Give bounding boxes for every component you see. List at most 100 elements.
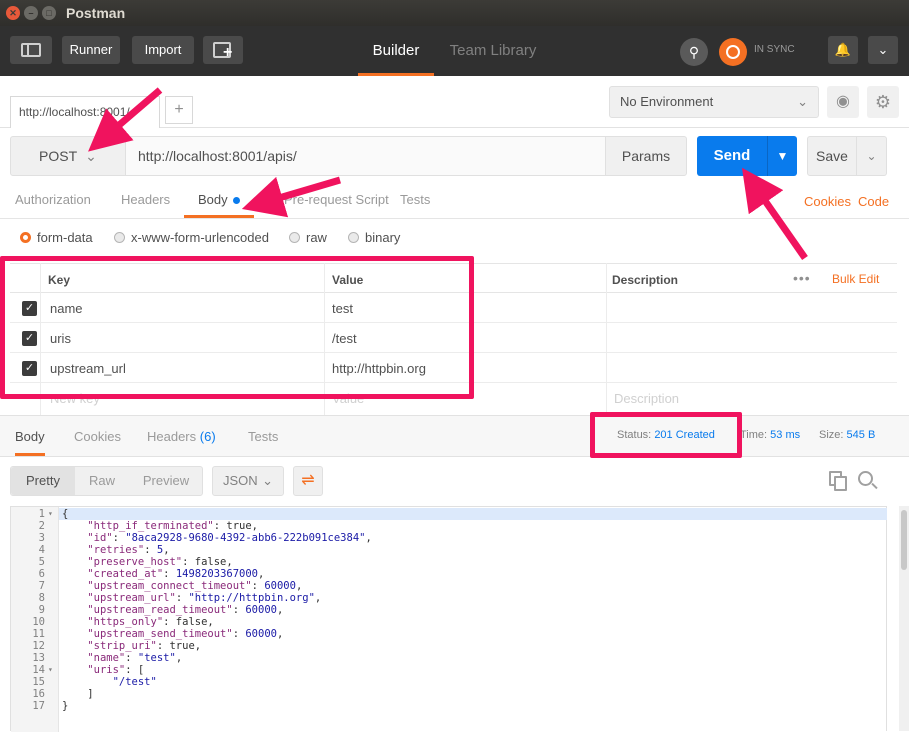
code-line: "uris": [ xyxy=(87,664,145,676)
response-tab-cookies[interactable]: Cookies xyxy=(74,429,121,444)
code-line: "created_at": 1498203367000, xyxy=(87,568,265,580)
line-number: 14 xyxy=(32,664,45,676)
import-button[interactable]: Import xyxy=(132,36,194,64)
chevron-down-icon: ⌄ xyxy=(262,473,273,488)
annotation-highlight-box xyxy=(0,256,474,399)
new-description-input[interactable]: Description xyxy=(614,391,679,406)
body-indicator-dot-icon xyxy=(232,197,240,204)
fold-arrow-icon[interactable]: ▾ xyxy=(48,664,53,676)
code-line: "id": "8aca2928-9680-4392-abb6-222b091ce… xyxy=(87,532,372,544)
fold-arrow-icon[interactable]: ▾ xyxy=(48,508,53,520)
annotation-highlight-box xyxy=(590,412,742,458)
bulk-edit-link[interactable]: Bulk Edit xyxy=(832,272,879,286)
tab-team-library[interactable]: Team Library xyxy=(446,26,540,76)
send-dropdown-chevron-icon[interactable]: ▼ xyxy=(767,136,797,176)
notifications-bell-icon[interactable]: 🔔 xyxy=(828,36,858,64)
radio-binary[interactable]: binary xyxy=(348,230,400,245)
request-tab-label: http://localhost:8001/ xyxy=(19,105,130,119)
radio-label: raw xyxy=(306,230,327,245)
code-line: "name": "test", xyxy=(87,652,183,664)
radio-urlencoded[interactable]: x-www-form-urlencoded xyxy=(114,230,269,245)
radio-raw[interactable]: raw xyxy=(289,230,327,245)
line-number-gutter: 1 ▾ 2 3 4 5 6 7 8 9 10 11 12 13 14 ▾ 15 16 17 xyxy=(11,507,59,732)
code-line: { xyxy=(62,508,69,520)
line-number: 8 xyxy=(38,592,45,604)
new-window-button[interactable]: + xyxy=(203,36,243,64)
params-button[interactable]: Params xyxy=(605,136,687,176)
wrap-lines-icon[interactable]: ⇌ xyxy=(293,466,323,496)
code-line: "upstream_send_timeout": 60000, xyxy=(87,628,284,640)
cookies-link[interactable]: Cookies xyxy=(804,194,851,209)
column-divider xyxy=(606,263,607,415)
time-value: 53 ms xyxy=(770,429,801,441)
tab-builder[interactable]: Builder xyxy=(358,26,434,76)
line-number: 17 xyxy=(32,700,45,712)
tab-authorization[interactable]: Authorization xyxy=(15,192,91,207)
code-line: "retries": 5, xyxy=(87,544,170,556)
format-preview-button[interactable]: Preview xyxy=(129,467,203,495)
format-raw-button[interactable]: Raw xyxy=(75,467,129,495)
sync-icon[interactable] xyxy=(719,38,747,66)
code-line: "/test" xyxy=(112,676,157,688)
eye-icon[interactable]: ◉ xyxy=(827,86,859,118)
radio-unselected-icon xyxy=(348,232,359,243)
line-number: 3 xyxy=(38,532,45,544)
save-button[interactable]: Save xyxy=(807,136,857,176)
request-tab-bar: http://localhost:8001/ + No Environment ⌄… xyxy=(0,76,909,128)
line-number: 4 xyxy=(38,544,45,556)
chevron-down-icon[interactable]: ⌄ xyxy=(868,36,898,64)
response-tab-tests[interactable]: Tests xyxy=(248,429,278,444)
code-link[interactable]: Code xyxy=(858,194,889,209)
more-options-icon[interactable]: ••• xyxy=(793,270,811,286)
window-title: Postman xyxy=(66,5,126,21)
code-line: ] xyxy=(62,688,94,700)
radio-unselected-icon xyxy=(289,232,300,243)
line-number: 2 xyxy=(38,520,45,532)
interceptor-satellite-icon[interactable]: ⚲ xyxy=(680,38,708,66)
gear-icon[interactable]: ⚙ xyxy=(867,86,899,118)
line-number: 1 xyxy=(38,508,45,520)
format-pretty-button[interactable]: Pretty xyxy=(11,467,75,495)
window-close-button[interactable]: ✕ xyxy=(6,6,20,20)
url-input[interactable]: http://localhost:8001/apis/ xyxy=(126,136,606,176)
response-tab-headers[interactable]: Headers (6) xyxy=(147,429,216,444)
environment-select[interactable]: No Environment ⌄ xyxy=(609,86,819,118)
save-dropdown-chevron-icon[interactable]: ⌄ xyxy=(857,136,887,176)
tab-headers[interactable]: Headers xyxy=(121,192,170,207)
scrollbar-thumb[interactable] xyxy=(901,510,907,570)
radio-unselected-icon xyxy=(114,232,125,243)
code-line: "upstream_read_timeout": 60000, xyxy=(87,604,284,616)
time-label: Time: xyxy=(740,429,768,441)
request-tab[interactable]: http://localhost:8001/ xyxy=(10,96,160,128)
response-body-editor[interactable]: 1 ▾ 2 3 4 5 6 7 8 9 10 11 12 13 14 ▾ 15 16 17 { "http_if_t… xyxy=(10,506,887,732)
code-line: } xyxy=(62,700,69,712)
send-button[interactable]: Send xyxy=(697,136,767,176)
response-size: Size: 545 B xyxy=(819,429,875,441)
sidebar-toggle-button[interactable] xyxy=(10,36,52,64)
method-select[interactable]: POST ⌄ xyxy=(10,136,126,176)
runner-button[interactable]: Runner xyxy=(62,36,120,64)
radio-form-data[interactable]: form-data xyxy=(20,230,93,245)
add-tab-button[interactable]: + xyxy=(165,96,193,124)
column-header-description: Description xyxy=(612,273,679,287)
window-maximize-button[interactable]: □ xyxy=(42,6,56,20)
format-toggle-group: Pretty Raw Preview xyxy=(10,466,203,496)
radio-label: binary xyxy=(365,230,401,245)
line-number: 15 xyxy=(32,676,45,688)
line-number: 10 xyxy=(32,616,45,628)
headers-count-badge: (6) xyxy=(199,429,216,444)
divider xyxy=(0,218,909,219)
annotation-arrow xyxy=(741,167,808,261)
search-icon[interactable] xyxy=(858,471,878,491)
tab-prerequest-script[interactable]: Pre-request Script xyxy=(284,192,389,207)
copy-icon[interactable] xyxy=(829,471,847,491)
code-line: "http_if_terminated": true, xyxy=(87,520,258,532)
response-tab-body[interactable]: Body xyxy=(15,429,45,456)
line-number: 5 xyxy=(38,556,45,568)
window-minimize-button[interactable]: – xyxy=(24,6,38,20)
line-number: 12 xyxy=(32,640,45,652)
code-line: "upstream_connect_timeout": 60000, xyxy=(87,580,303,592)
tab-body[interactable]: Body xyxy=(184,192,254,218)
language-select[interactable]: JSON ⌄ xyxy=(212,466,284,496)
tab-tests[interactable]: Tests xyxy=(400,192,430,207)
